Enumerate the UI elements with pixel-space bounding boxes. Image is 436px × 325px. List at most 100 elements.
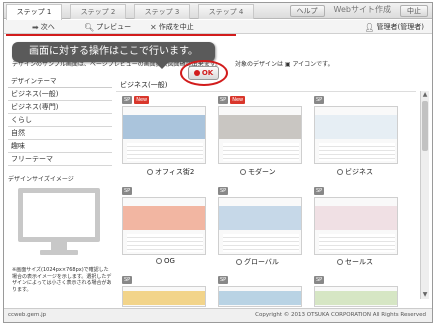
hero-image (219, 206, 301, 230)
sp-badge: SP (122, 96, 133, 104)
design-option[interactable]: OG (156, 257, 175, 265)
app-window: ステップ 1 ステップ 2 ステップ 3 ステップ 4 ヘルプ Webサイト作成… (3, 2, 433, 323)
radio-button[interactable] (337, 169, 343, 175)
design-option[interactable]: セールス (337, 257, 373, 267)
design-option[interactable]: ビジネス (337, 167, 373, 177)
radio-button[interactable] (147, 169, 153, 175)
monitor-base (40, 250, 78, 255)
design-thumbnail[interactable] (122, 197, 206, 255)
sp-badge: SP (122, 187, 133, 195)
ok-dot-icon (193, 70, 200, 76)
sp-badge: SP (314, 276, 325, 284)
sidebar-item-nature[interactable]: 自然 (8, 127, 112, 140)
stop-button[interactable]: 中止 (400, 5, 428, 17)
ok-label: OK (201, 69, 214, 77)
admin-label: 管理者(管理者) (376, 23, 424, 31)
hero-image (219, 115, 301, 139)
scroll-up-arrow-icon[interactable]: ▲ (421, 91, 429, 99)
design-thumbnail[interactable] (122, 106, 206, 164)
user-icon: 👤︎ (364, 22, 375, 32)
instruction-callout: 画面に対する操作はここで行います。 (12, 42, 215, 62)
radio-button[interactable] (156, 258, 162, 264)
design-size-heading: デザインサイズイメージ (8, 176, 74, 183)
sp-badge: SP (122, 276, 133, 284)
design-name: グローバル (244, 258, 279, 266)
sp-badge: SP (218, 96, 229, 104)
design-option[interactable]: グローバル (236, 257, 279, 267)
design-name: オフィス街2 (155, 168, 195, 176)
scroll-thumb[interactable] (422, 101, 428, 151)
radio-button[interactable] (236, 259, 242, 265)
tab-step-4[interactable]: ステップ 4 (198, 4, 254, 19)
top-right-controls: ヘルプ Webサイト作成 中止 (289, 5, 428, 17)
badges: SP (314, 276, 325, 284)
badges: SP (122, 276, 133, 284)
badges: SP (314, 187, 325, 195)
sidebar-item-business-general[interactable]: ビジネス(一般) (8, 88, 112, 101)
badges: SP (218, 187, 229, 195)
tab-step-3[interactable]: ステップ 3 (134, 4, 190, 19)
design-thumbnail[interactable] (218, 286, 302, 307)
hero-image (315, 206, 397, 230)
next-label: 次へ (40, 23, 55, 31)
design-name: モダーン (248, 168, 276, 176)
design-option[interactable]: オフィス街2 (147, 167, 194, 177)
design-thumbnail[interactable] (122, 286, 206, 307)
footer-domain: ccweb.gem.jp (8, 312, 47, 318)
design-thumbnail[interactable] (218, 106, 302, 164)
sidebar-item-business-special[interactable]: ビジネス(専門) (8, 101, 112, 114)
category-title: ビジネス(一般) (120, 81, 168, 89)
radio-button[interactable] (240, 169, 246, 175)
divider (116, 91, 416, 92)
close-icon: ✕ (150, 22, 157, 32)
new-badge: New (134, 96, 150, 104)
badges: SP New (218, 96, 246, 104)
design-thumbnail[interactable] (218, 197, 302, 255)
footer: ccweb.gem.jp Copyright © 2013 OTSUKA COR… (4, 308, 432, 322)
sidebar-item-free-theme[interactable]: フリーテーマ (8, 153, 112, 166)
sp-badge: SP (218, 187, 229, 195)
design-option[interactable]: モダーン (240, 167, 276, 177)
design-thumbnail[interactable] (314, 286, 398, 307)
badges: SP (122, 187, 133, 195)
hero-image (123, 206, 205, 230)
design-thumbnail[interactable] (314, 106, 398, 164)
sidebar-item-living[interactable]: くらし (8, 114, 112, 127)
admin-user[interactable]: 👤︎ 管理者(管理者) (364, 22, 424, 32)
size-note: ※画面サイズ(1024px×768px)で確認した場合の表示イメージを示します。… (12, 267, 112, 293)
app-title: Webサイト作成 (333, 5, 391, 14)
sidebar-item-hobby[interactable]: 趣味 (8, 140, 112, 153)
hero-image (123, 115, 205, 139)
cancel-label: 作成を中止 (158, 23, 194, 31)
monitor-stand (51, 242, 67, 250)
content-scrollbar[interactable]: ▲ ▼ (420, 91, 429, 299)
badges: SP (314, 96, 325, 104)
badges: SP New (122, 96, 150, 104)
callout-pointer (154, 61, 170, 69)
step-tab-bar: ステップ 1 ステップ 2 ステップ 3 ステップ 4 ヘルプ Webサイト作成… (4, 3, 432, 20)
tab-step-2[interactable]: ステップ 2 (70, 4, 126, 19)
design-description-icon-note: 対象のデザインは ▣ アイコンです。 (235, 61, 334, 68)
hero-image (315, 115, 397, 139)
design-name: セールス (345, 258, 373, 266)
badges: SP (218, 276, 229, 284)
preview-label: プレビュー (96, 23, 132, 31)
radio-button[interactable] (337, 259, 343, 265)
design-name: ビジネス (345, 168, 373, 176)
tab-step-1[interactable]: ステップ 1 (6, 4, 62, 20)
footer-copyright: Copyright © 2013 OTSUKA CORPORATION All … (255, 312, 426, 318)
preview-button[interactable]: 🔍︎ プレビュー (84, 22, 131, 32)
scroll-down-arrow-icon[interactable]: ▼ (421, 291, 429, 299)
design-name: OG (164, 257, 175, 265)
ok-button[interactable]: OK (188, 66, 219, 80)
design-thumbnail[interactable] (314, 197, 398, 255)
toolbar: ➡ 次へ 🔍︎ プレビュー ✕ 作成を中止 👤︎ 管理者(管理者) (4, 20, 432, 34)
cancel-creation-button[interactable]: ✕ 作成を中止 (150, 22, 194, 32)
help-button[interactable]: ヘルプ (289, 5, 325, 17)
arrow-right-icon: ➡ (32, 22, 39, 32)
magnifier-icon: 🔍︎ (84, 22, 95, 32)
sidebar-heading: デザインテーマ (8, 73, 112, 88)
sp-badge: SP (314, 187, 325, 195)
next-button[interactable]: ➡ 次へ (32, 22, 55, 32)
monitor-icon (18, 188, 100, 242)
